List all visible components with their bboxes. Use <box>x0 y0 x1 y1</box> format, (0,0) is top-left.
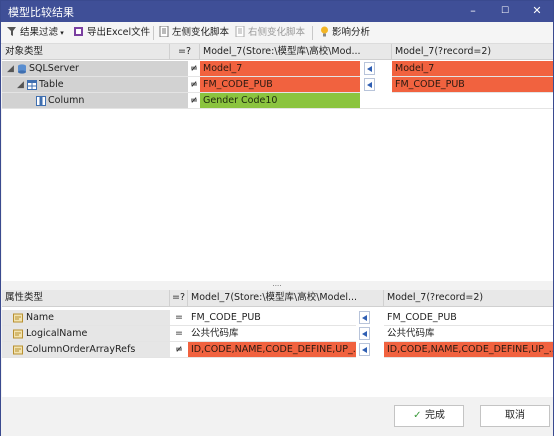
toolbar: 结果过滤 ▾ 导出Excel文件 左侧变化脚本 右侧变化脚本 影响分析 <box>1 22 553 44</box>
object-name: Column <box>48 95 85 106</box>
close-button[interactable]: ✕ <box>521 1 553 22</box>
diff-op: = <box>170 326 188 342</box>
property-icon <box>13 313 23 323</box>
property-row-name[interactable]: Name = FM_CODE_PUB FM_CODE_PUB <box>2 310 553 326</box>
copy-left-arrow-icon[interactable] <box>359 343 370 356</box>
tree-cell: Column <box>2 93 188 109</box>
object-row-table[interactable]: ◢ Table ≠ FM_CODE_PUB FM_CODE_PUB <box>2 77 553 93</box>
column-header-equal[interactable]: =? <box>170 290 188 306</box>
column-header-property-type[interactable]: 属性类型 <box>2 290 170 306</box>
copy-left-arrow-icon[interactable] <box>359 327 370 340</box>
left-script-label: 左侧变化脚本 <box>172 27 230 38</box>
collapse-icon[interactable]: ◢ <box>17 77 24 92</box>
cancel-button[interactable]: 取消 <box>480 405 550 427</box>
impact-analysis-button[interactable]: 影响分析 <box>319 25 370 41</box>
left-value: 公共代码库 <box>188 326 356 342</box>
property-row-logicalname[interactable]: LogicalName = 公共代码库 公共代码库 <box>2 326 553 342</box>
check-icon: ✓ <box>413 410 425 421</box>
copy-left-arrow-icon[interactable] <box>364 78 375 91</box>
right-value <box>392 93 553 109</box>
column-header-equal[interactable]: =? <box>170 44 200 60</box>
left-script-button[interactable]: 左侧变化脚本 <box>159 25 229 41</box>
right-script-button[interactable]: 右侧变化脚本 <box>235 25 305 41</box>
left-value: Model_7 <box>200 61 360 77</box>
property-name: ColumnOrderArrayRefs <box>2 342 170 358</box>
object-grid-header: 对象类型 =? Model_7(Store:\模型库\高校\Mod... Mod… <box>2 44 553 60</box>
compare-dialog: 模型比较结果 – ☐ ✕ 结果过滤 ▾ 导出Excel文件 左侧变化脚本 右侧变… <box>0 0 554 436</box>
diff-op: ≠ <box>170 342 188 358</box>
filter-icon <box>7 27 16 36</box>
object-compare-grid: 对象类型 =? Model_7(Store:\模型库\高校\Mod... Mod… <box>2 44 553 281</box>
database-icon <box>18 64 26 74</box>
script-icon <box>159 26 169 37</box>
title-bar[interactable]: 模型比较结果 – ☐ ✕ <box>1 1 553 22</box>
finish-button[interactable]: ✓ 完成 <box>394 405 464 427</box>
property-icon <box>13 345 23 355</box>
filter-label: 结果过滤 <box>20 27 59 38</box>
chevron-down-icon: ▾ <box>58 29 64 37</box>
object-name: SQLServer <box>29 63 79 74</box>
column-header-left-model[interactable]: Model_7(Store:\模型库\高校\Mod... <box>200 44 392 60</box>
left-value: ID,CODE,NAME,CODE_DEFINE,UP_... <box>188 342 356 358</box>
export-label: 导出Excel文件 <box>87 27 151 38</box>
column-header-right-model[interactable]: Model_7(?record=2) <box>392 44 553 60</box>
tree-cell: ◢ Table <box>2 77 188 93</box>
dialog-footer: ✓ 完成 取消 <box>1 397 553 436</box>
copy-left-arrow-icon[interactable] <box>359 311 370 324</box>
diff-op: ≠ <box>188 93 200 109</box>
property-grid-header: 属性类型 =? Model_7(Store:\模型库\高校\Model... M… <box>2 290 553 307</box>
object-row-column[interactable]: Column ≠ Gender Code10 <box>2 93 553 109</box>
property-name: Name <box>2 310 170 326</box>
property-compare-grid: 属性类型 =? Model_7(Store:\模型库\高校\Model... M… <box>2 290 553 397</box>
filter-button[interactable]: 结果过滤 ▾ <box>7 25 64 41</box>
column-header-left-model[interactable]: Model_7(Store:\模型库\高校\Model... <box>188 290 384 306</box>
property-icon <box>13 329 23 339</box>
export-excel-button[interactable]: 导出Excel文件 <box>74 25 150 41</box>
minimize-button[interactable]: – <box>457 1 489 22</box>
left-value: Gender Code10 <box>200 93 360 109</box>
column-header-object-type[interactable]: 对象类型 <box>2 44 170 60</box>
empty-arrow-cell <box>360 93 392 109</box>
copy-left-arrow-icon[interactable] <box>364 62 375 75</box>
table-icon <box>27 80 37 90</box>
maximize-button[interactable]: ☐ <box>489 1 521 22</box>
right-value: Model_7 <box>392 61 553 77</box>
toolbar-separator <box>153 26 154 40</box>
right-script-label: 右侧变化脚本 <box>248 27 306 38</box>
column-header-right-model[interactable]: Model_7(?record=2) <box>384 290 553 306</box>
script-icon <box>235 26 245 37</box>
right-value: FM_CODE_PUB <box>392 77 553 93</box>
toolbar-separator <box>312 26 313 40</box>
column-icon <box>36 96 46 106</box>
right-value: FM_CODE_PUB <box>384 310 553 326</box>
impact-label: 影响分析 <box>332 27 371 38</box>
finish-label: 完成 <box>424 410 445 421</box>
diff-op: ≠ <box>188 61 200 77</box>
right-value: ID,CODE,NAME,CODE_DEFINE,UP_... <box>384 342 553 358</box>
left-value: FM_CODE_PUB <box>188 310 356 326</box>
collapse-icon[interactable]: ◢ <box>7 61 14 76</box>
diff-op: = <box>170 310 188 326</box>
left-value: FM_CODE_PUB <box>200 77 360 93</box>
object-name: Table <box>39 79 64 90</box>
right-value: 公共代码库 <box>384 326 553 342</box>
property-row-columnorder[interactable]: ColumnOrderArrayRefs ≠ ID,CODE,NAME,CODE… <box>2 342 553 358</box>
object-row-sqlserver[interactable]: ◢ SQLServer ≠ Model_7 Model_7 <box>2 61 553 77</box>
diff-op: ≠ <box>188 77 200 93</box>
lightbulb-icon <box>321 26 328 37</box>
panel-splitter[interactable]: .... <box>1 281 553 290</box>
window-title: 模型比较结果 <box>8 6 74 19</box>
export-icon <box>74 27 83 36</box>
property-name: LogicalName <box>2 326 170 342</box>
tree-cell: ◢ SQLServer <box>2 61 188 77</box>
